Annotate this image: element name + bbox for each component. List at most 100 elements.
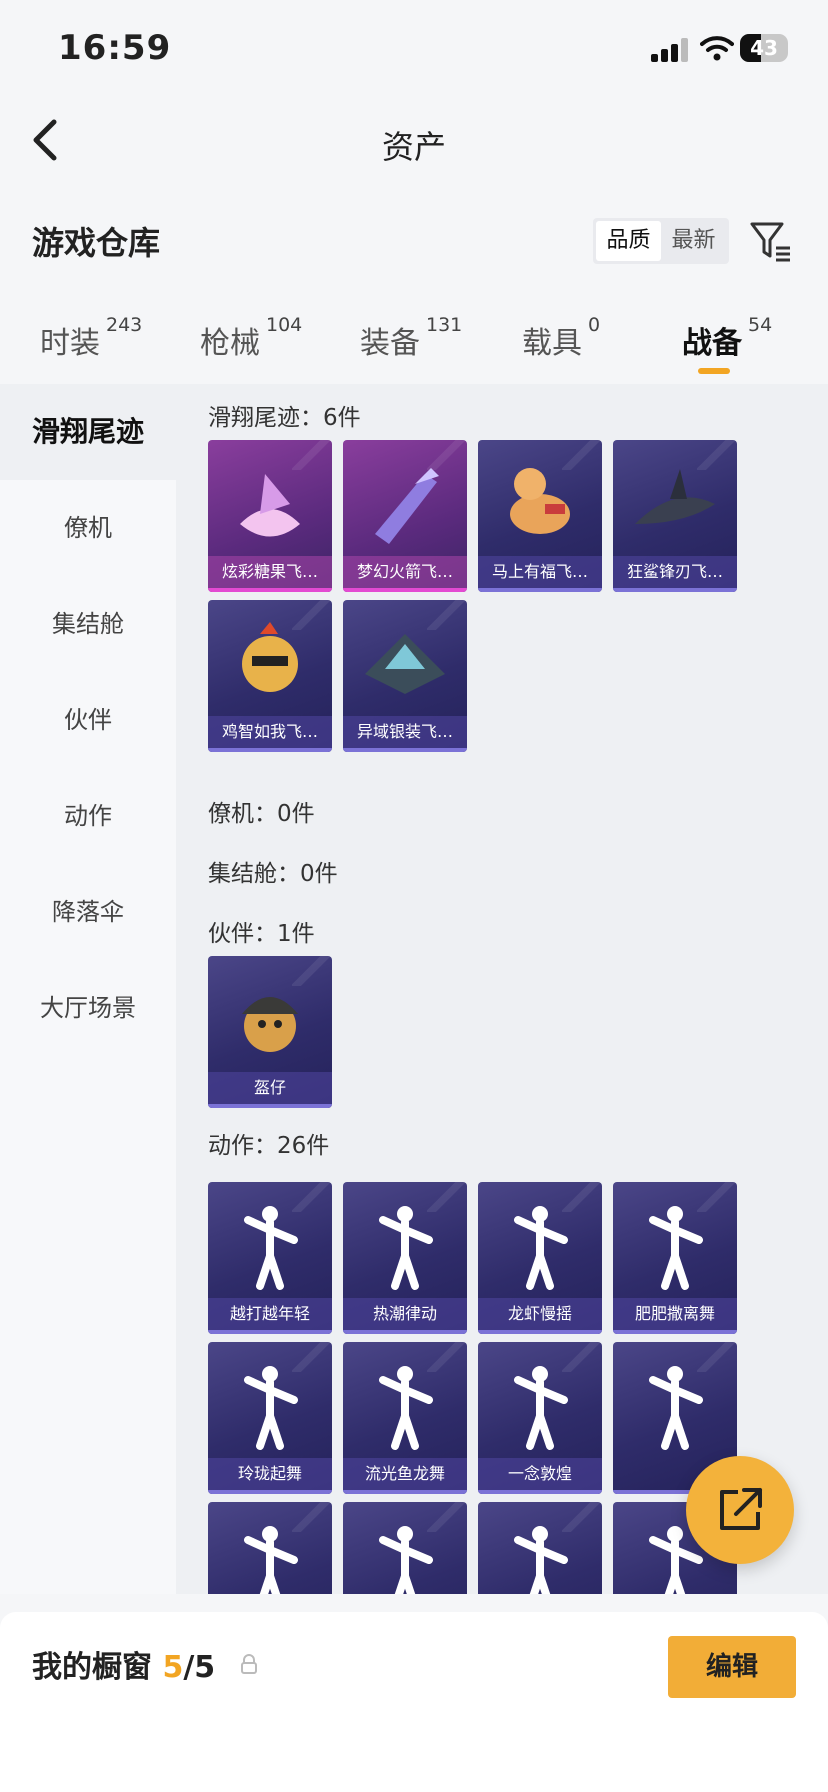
- item-artwork: [242, 622, 298, 692]
- item-name: 鸡智如我飞…: [208, 716, 332, 748]
- filter-icon[interactable]: [748, 218, 794, 264]
- item-card[interactable]: 梦幻火箭飞…: [343, 440, 467, 592]
- item-card[interactable]: 肥肥撒离舞: [613, 1182, 737, 1334]
- share-button[interactable]: [686, 1456, 794, 1564]
- item-name: 龙虾慢摇: [478, 1298, 602, 1330]
- item-card[interactable]: 热潮律动: [343, 1182, 467, 1334]
- quality-edge: [343, 588, 467, 592]
- item-card[interactable]: [343, 1502, 467, 1594]
- category-tabs: 时装 243 枪械 104 装备 131 载具 0 战备 54: [0, 300, 828, 380]
- item-card[interactable]: 鸡智如我飞…: [208, 600, 332, 752]
- tab-fashion[interactable]: 时装 243: [40, 314, 142, 362]
- item-artwork: [244, 1366, 298, 1450]
- tab-combat-gear[interactable]: 战备 54: [682, 314, 772, 362]
- quality-edge: [208, 588, 332, 592]
- item-name: 盔仔: [208, 1072, 332, 1104]
- quality-edge: [208, 748, 332, 752]
- quality-edge: [478, 1490, 602, 1494]
- item-card[interactable]: 流光鱼龙舞: [343, 1342, 467, 1494]
- edit-button[interactable]: 编辑: [668, 1636, 796, 1698]
- item-name: 玲珑起舞: [208, 1458, 332, 1490]
- item-artwork: [510, 468, 570, 534]
- item-name: 热潮律动: [343, 1298, 467, 1330]
- sidebar-item-rally-pod[interactable]: 集结舱: [0, 576, 176, 672]
- section-header: 集结舱：0件: [208, 861, 338, 887]
- quality-edge: [343, 1330, 467, 1334]
- sidebar-item-partner[interactable]: 伙伴: [0, 672, 176, 768]
- quality-edge: [208, 1330, 332, 1334]
- sort-newest-button[interactable]: 最新: [661, 221, 726, 261]
- item-artwork: [379, 1366, 433, 1450]
- lock-icon: [241, 1654, 257, 1674]
- tab-count: 104: [266, 314, 303, 336]
- sidebar-item-emote[interactable]: 动作: [0, 768, 176, 864]
- item-artwork: [244, 1206, 298, 1290]
- active-tab-indicator: [698, 368, 730, 374]
- tab-equipment[interactable]: 装备 131: [360, 314, 462, 362]
- item-card[interactable]: 一念敦煌: [478, 1342, 602, 1494]
- item-card[interactable]: 狂鲨锋刃飞…: [613, 440, 737, 592]
- item-card[interactable]: [208, 1502, 332, 1594]
- quality-edge: [208, 1490, 332, 1494]
- warehouse-header: 游戏仓库 品质 最新: [0, 210, 828, 270]
- battery-level: 43: [750, 36, 778, 60]
- item-artwork: [379, 1206, 433, 1290]
- status-time: 16:59: [58, 28, 172, 68]
- showcase-title: 我的橱窗: [32, 1650, 152, 1685]
- item-artwork: [379, 1526, 433, 1594]
- sidebar: 滑翔尾迹 僚机 集结舱 伙伴 动作 降落伞 大厅场景: [0, 384, 176, 1594]
- item-card[interactable]: 异域银装飞…: [343, 600, 467, 752]
- showcase-current: 5: [162, 1650, 184, 1685]
- item-card[interactable]: 炫彩糖果飞…: [208, 440, 332, 592]
- item-name: 狂鲨锋刃飞…: [613, 556, 737, 588]
- item-artwork: [240, 474, 300, 537]
- sort-segmented-control: 品质 最新: [593, 218, 729, 264]
- item-name: 马上有福飞…: [478, 556, 602, 588]
- item-name: 异域银装飞…: [343, 716, 467, 748]
- sidebar-item-wingman[interactable]: 僚机: [0, 480, 176, 576]
- tab-label: 装备: [360, 326, 420, 361]
- showcase-total: /5: [183, 1650, 216, 1685]
- sidebar-item-lobby-scene[interactable]: 大厅场景: [0, 960, 176, 1056]
- tab-count: 0: [588, 314, 601, 336]
- section-header: 僚机：0件: [208, 801, 315, 827]
- item-name: 一念敦煌: [478, 1458, 602, 1490]
- quality-edge: [478, 588, 602, 592]
- nav-bar: 资产: [0, 100, 828, 182]
- item-artwork: [365, 634, 445, 694]
- item-artwork: [649, 1366, 703, 1450]
- item-card[interactable]: 玲珑起舞: [208, 1342, 332, 1494]
- sidebar-item-glide-trail[interactable]: 滑翔尾迹: [0, 384, 176, 480]
- item-artwork: [375, 468, 439, 544]
- item-artwork: [649, 1206, 703, 1290]
- item-artwork: [514, 1366, 568, 1450]
- item-card[interactable]: 盔仔: [208, 956, 332, 1108]
- showcase-label: 我的橱窗 5/5: [32, 1642, 215, 1686]
- tab-guns[interactable]: 枪械 104: [200, 314, 302, 362]
- tab-count: 243: [106, 314, 143, 336]
- quality-edge: [208, 1104, 332, 1108]
- item-artwork: [242, 997, 298, 1052]
- item-card[interactable]: 马上有福飞…: [478, 440, 602, 592]
- sort-quality-button[interactable]: 品质: [596, 221, 661, 261]
- status-bar: 16:59 43: [0, 0, 828, 100]
- sidebar-item-parachute[interactable]: 降落伞: [0, 864, 176, 960]
- item-artwork: [244, 1526, 298, 1594]
- section-header: 动作：26件: [208, 1133, 330, 1159]
- tab-count: 131: [426, 314, 463, 336]
- item-card[interactable]: 龙虾慢摇: [478, 1182, 602, 1334]
- item-name: 流光鱼龙舞: [343, 1458, 467, 1490]
- item-card[interactable]: [478, 1502, 602, 1594]
- wifi-icon: [700, 36, 734, 61]
- signal-icon: [651, 38, 691, 62]
- warehouse-title: 游戏仓库: [32, 224, 161, 262]
- tab-label: 枪械: [200, 326, 260, 361]
- tab-count: 54: [748, 314, 773, 336]
- quality-edge: [613, 1330, 737, 1334]
- quality-edge: [343, 748, 467, 752]
- tab-vehicles[interactable]: 载具 0: [522, 314, 600, 362]
- tab-label: 战备: [682, 326, 742, 361]
- quality-edge: [613, 588, 737, 592]
- item-artwork: [514, 1526, 568, 1594]
- item-card[interactable]: 越打越年轻: [208, 1182, 332, 1334]
